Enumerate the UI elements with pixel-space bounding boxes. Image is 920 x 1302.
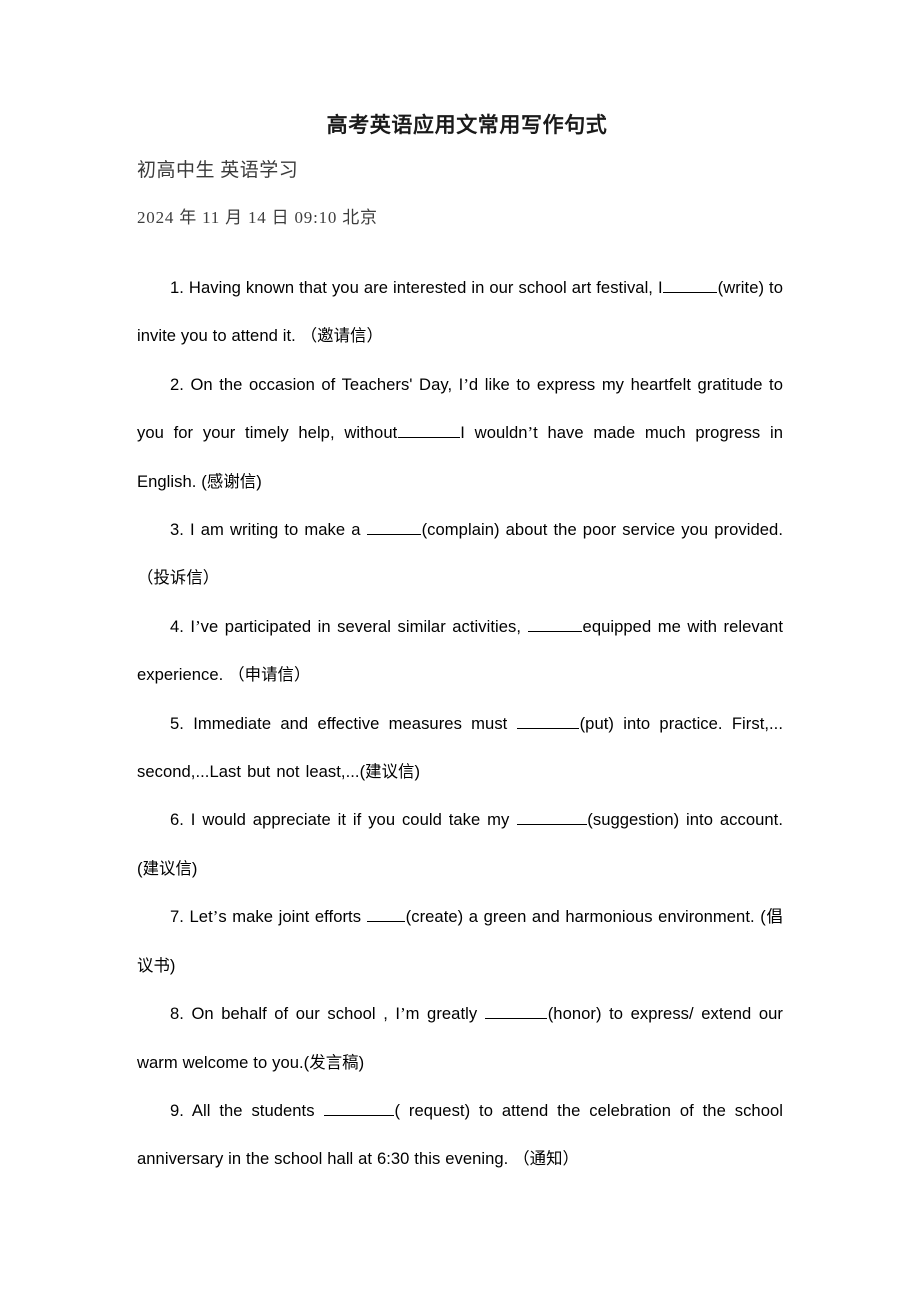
fill-in-blank-4 [528,617,583,632]
sentence-2-text-after: I wouldn [460,423,528,443]
sentence-4-text-mid: ve participated in several similar activ… [200,616,528,636]
sentence-1-tag: （邀请信） [300,326,383,346]
page-title: 高考英语应用文常用写作句式 [326,113,608,137]
sentence-7-text-before: 7. Let [170,907,213,927]
sentence-8-paren: ) [358,1052,365,1072]
sentence-5-text-before: 5. Immediate and effective measures must [170,713,517,733]
sentence-item-5: 5. Immediate and effective measures must… [137,700,783,797]
sentence-7-text-after: (create) a green and harmonious environm… [405,907,766,927]
fill-in-blank-7 [367,908,406,923]
sentence-2-paren: ) [256,471,262,491]
sentence-4-text-before: 4. I [170,616,196,636]
sentence-3-text-before: 3. I am writing to make a [170,520,367,540]
sentence-6-paren: ) [191,858,198,878]
sentence-2-tag: 感谢信 [206,471,257,491]
sentence-3-text-after: (complain) about the poor service you pr… [421,520,783,540]
document-timestamp: 2024 年 11 月 14 日 09:10 北京 [137,208,378,227]
fill-in-blank-8 [485,1004,548,1020]
fill-in-blank-1 [663,278,718,293]
sentence-9-text-before: 9. All the students [170,1100,324,1120]
sentence-6-text-before: 6. I would appreciate it if you could ta… [170,810,517,830]
sentence-6-tag: 建议信 [142,858,192,878]
sentence-5-tag: 建议信 [365,762,415,782]
sentence-item-9: 9. All the students ( request) to attend… [137,1087,783,1184]
sentence-9-tag: （通知） [513,1149,579,1169]
sentence-item-4: 4. I’ve participated in several similar … [137,603,783,700]
sentence-8-text-before: 8. On behalf of our school , I [170,1004,401,1024]
sentence-7-paren: ) [169,955,176,975]
sentence-1-text-before: 1. Having known that you are interested … [170,278,663,297]
sentence-8-text-mid: m greatly [405,1004,485,1024]
fill-in-blank-9 [323,1101,394,1116]
sentence-item-8: 8. On behalf of our school , I’m greatly… [137,990,783,1087]
document-header: 高考英语应用文常用写作句式 初高中生 英语学习 2024 年 11 月 14 日… [137,108,783,232]
document-page: 高考英语应用文常用写作句式 初高中生 英语学习 2024 年 11 月 14 日… [0,0,920,1302]
sentence-item-2: 2. On the occasion of Teachers' Day, I’d… [137,361,783,506]
sentence-5-paren: ) [414,762,421,782]
sentence-item-7: 7. Let’s make joint efforts (create) a g… [137,893,783,990]
fill-in-blank-6 [516,811,587,826]
sentence-item-6: 6. I would appreciate it if you could ta… [137,796,783,893]
sentence-7-text-mid: s make joint efforts [218,907,367,927]
sentence-item-3: 3. I am writing to make a (complain) abo… [137,506,783,603]
sentence-8-tag: 发言稿 [309,1052,359,1072]
fill-in-blank-3 [367,520,422,536]
sentence-2-text-before: 2. On the occasion of Teachers' Day, I [170,374,464,394]
document-subtitle: 初高中生 英语学习 [137,160,299,181]
sentence-4-tag: （申请信） [228,665,311,685]
fill-in-blank-5 [517,714,580,729]
fill-in-blank-2 [397,424,460,439]
sentence-3-tag: （投诉信） [137,568,220,588]
sentence-item-1: 1. Having known that you are interested … [137,264,783,361]
document-body: 1. Having known that you are interested … [137,264,783,1184]
